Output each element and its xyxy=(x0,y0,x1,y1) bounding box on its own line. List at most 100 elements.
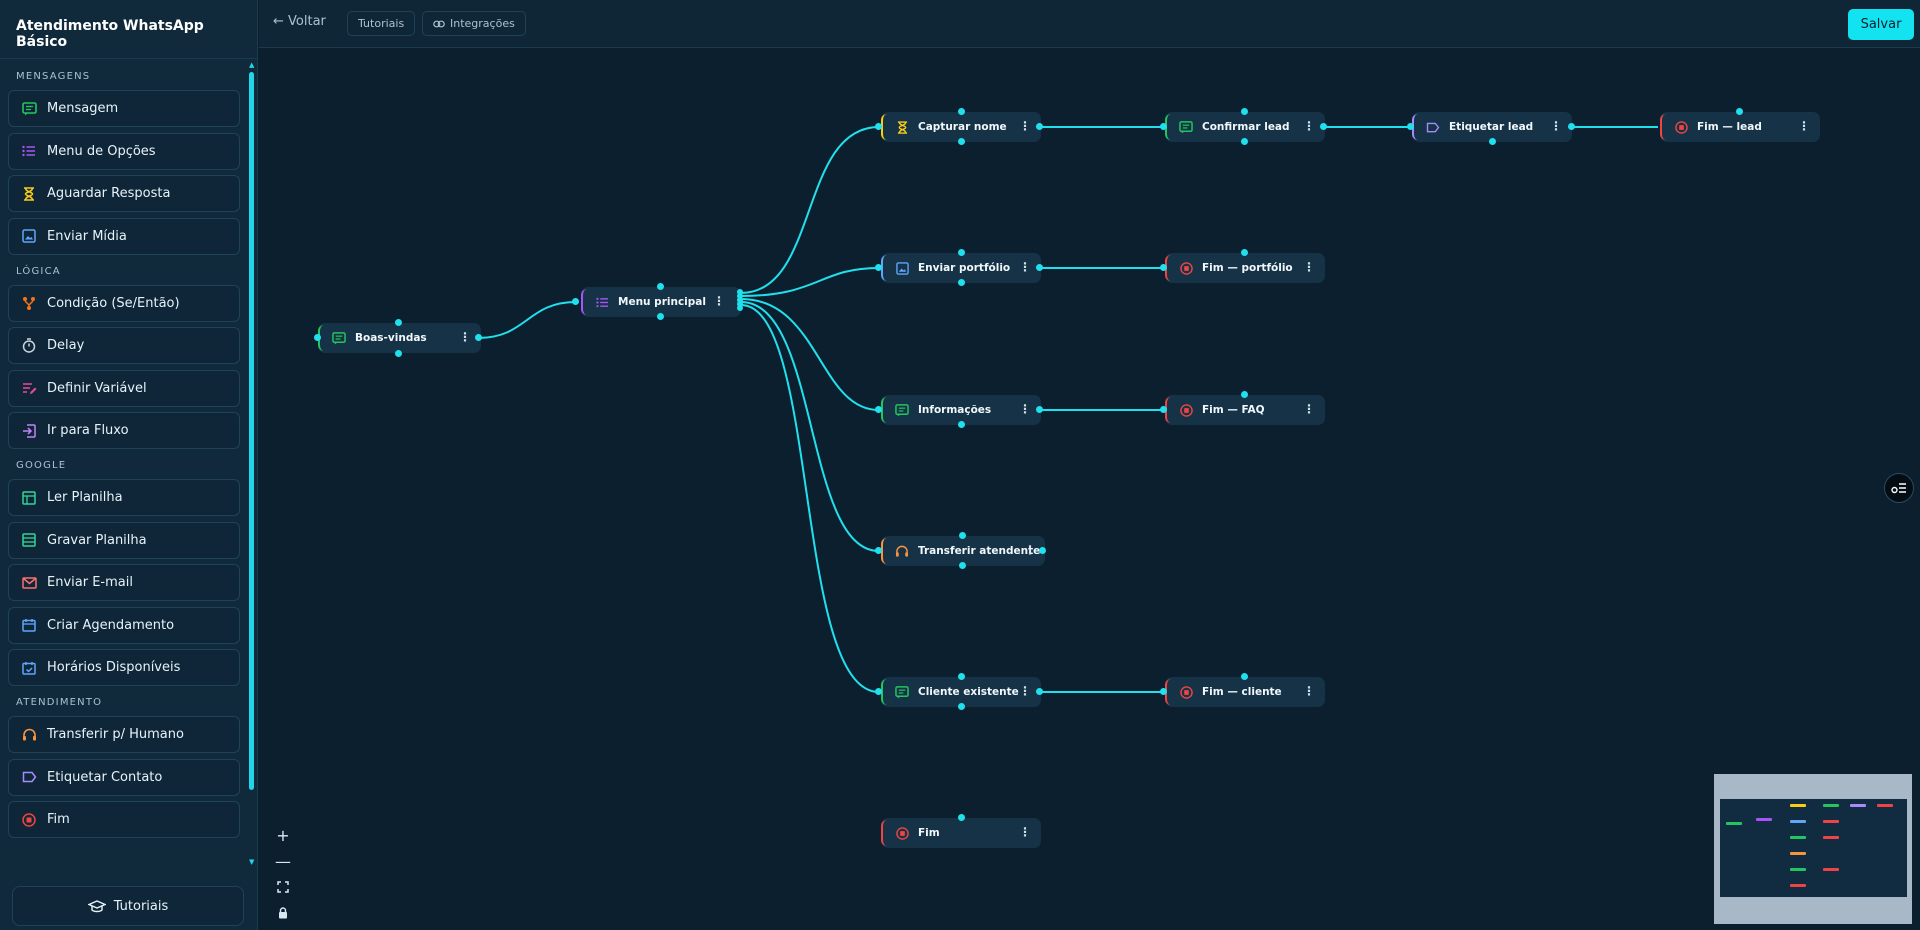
node-boas-vindas[interactable]: Boas-vindas ⋮ xyxy=(318,323,481,353)
palette-item-etiquetar-contato[interactable]: Etiquetar Contato xyxy=(8,758,240,796)
scroll-down-icon[interactable]: ▼ xyxy=(249,858,254,866)
node-port[interactable] xyxy=(1241,673,1248,680)
palette-item-enviar-email[interactable]: Enviar E-mail xyxy=(8,564,240,601)
node-port[interactable] xyxy=(875,264,882,271)
node-fim[interactable]: Fim ⋮ xyxy=(881,818,1041,848)
node-label: Boas-vindas xyxy=(355,332,427,344)
sidebar-scrollbar[interactable]: ▲ ▼ xyxy=(249,61,255,868)
node-menu-icon[interactable]: ⋮ xyxy=(1303,119,1315,133)
node-menu-icon[interactable]: ⋮ xyxy=(1303,260,1315,274)
palette-item-transferir-humano[interactable]: Transferir p/ Humano xyxy=(8,716,240,753)
node-menu-icon[interactable]: ⋮ xyxy=(1019,260,1031,274)
integrations-button[interactable]: Integrações xyxy=(422,11,526,36)
node-menu-icon[interactable]: ⋮ xyxy=(1303,402,1315,416)
node-port[interactable] xyxy=(1036,688,1043,695)
node-port[interactable] xyxy=(958,421,965,428)
node-port[interactable] xyxy=(395,319,402,326)
node-port[interactable] xyxy=(1241,391,1248,398)
tutorials-button[interactable]: Tutoriais xyxy=(347,11,416,36)
palette-item-aguardar-resposta[interactable]: Aguardar Resposta xyxy=(8,175,240,212)
node-port[interactable] xyxy=(1489,138,1496,145)
section-label-atendimento: ATENDIMENTO xyxy=(16,697,103,708)
node-port[interactable] xyxy=(657,313,664,320)
node-fim-lead[interactable]: Fim — lead ⋮ xyxy=(1660,112,1820,142)
node-fim-faq[interactable]: Fim — FAQ ⋮ xyxy=(1165,395,1325,425)
node-port[interactable] xyxy=(958,108,965,115)
node-port[interactable] xyxy=(875,547,882,554)
node-port[interactable] xyxy=(314,334,321,341)
save-button[interactable]: Salvar xyxy=(1848,9,1914,40)
settings-toggle-button[interactable] xyxy=(1884,473,1914,503)
flow-canvas[interactable]: Boas-vindas ⋮ Menu principal ⋮ Capturar … xyxy=(259,49,1920,930)
node-port[interactable] xyxy=(1036,123,1043,130)
node-menu-icon[interactable]: ⋮ xyxy=(1019,825,1031,839)
node-port[interactable] xyxy=(958,673,965,680)
node-port[interactable] xyxy=(1160,264,1167,271)
node-port[interactable] xyxy=(475,334,482,341)
palette-item-criar-agendamento[interactable]: Criar Agendamento xyxy=(8,606,240,644)
node-port[interactable] xyxy=(1320,123,1327,130)
node-port[interactable] xyxy=(572,298,579,305)
node-port[interactable] xyxy=(1736,108,1743,115)
node-port[interactable] xyxy=(875,406,882,413)
node-menu-icon[interactable]: ⋮ xyxy=(1024,543,1036,557)
node-menu-icon[interactable]: ⋮ xyxy=(1019,684,1031,698)
node-menu-icon[interactable]: ⋮ xyxy=(1303,684,1315,698)
node-port[interactable] xyxy=(1036,406,1043,413)
node-port[interactable] xyxy=(875,123,882,130)
node-menu-icon[interactable]: ⋮ xyxy=(1019,119,1031,133)
palette-item-gravar-planilha[interactable]: Gravar Planilha xyxy=(8,521,240,559)
palette-item-horarios-disponiveis[interactable]: Horários Disponíveis xyxy=(8,649,240,686)
node-port[interactable] xyxy=(1241,249,1248,256)
sidebar-tutorials-button[interactable]: Tutoriais xyxy=(12,886,244,926)
node-port[interactable] xyxy=(657,283,664,290)
node-menu-icon[interactable]: ⋮ xyxy=(1019,402,1031,416)
palette-item-menu-de-opcoes[interactable]: Menu de Opções xyxy=(8,132,240,170)
goto-flow-icon xyxy=(21,423,37,439)
node-port[interactable] xyxy=(1241,138,1248,145)
palette-item-enviar-midia[interactable]: Enviar Mídia xyxy=(8,217,240,255)
palette-item-ler-planilha[interactable]: Ler Planilha xyxy=(8,479,240,516)
node-port[interactable] xyxy=(959,562,966,569)
scroll-up-icon[interactable]: ▲ xyxy=(249,61,254,69)
node-menu-icon[interactable]: ⋮ xyxy=(713,294,725,308)
palette-item-label: Criar Agendamento xyxy=(47,617,175,633)
node-port[interactable] xyxy=(958,249,965,256)
node-menu-icon[interactable]: ⋮ xyxy=(1798,119,1810,133)
node-port[interactable] xyxy=(1241,108,1248,115)
node-label: Transferir atendente xyxy=(918,545,1041,557)
palette-item-definir-variavel[interactable]: Definir Variável xyxy=(8,369,240,407)
node-port[interactable] xyxy=(958,279,965,286)
link-icon xyxy=(433,20,445,27)
palette-item-delay[interactable]: Delay xyxy=(8,327,240,364)
node-port[interactable] xyxy=(958,814,965,821)
fit-view-icon[interactable] xyxy=(272,874,294,900)
zoom-out-icon[interactable]: — xyxy=(272,848,294,874)
node-port[interactable] xyxy=(1036,264,1043,271)
node-port[interactable] xyxy=(959,532,966,539)
minimap[interactable] xyxy=(1714,774,1912,924)
node-fim-cliente[interactable]: Fim — cliente ⋮ xyxy=(1165,677,1325,707)
node-port[interactable] xyxy=(875,688,882,695)
palette-item-condicao[interactable]: Condição (Se/Então) xyxy=(8,284,240,322)
palette-item-mensagem[interactable]: Mensagem xyxy=(8,90,240,127)
zoom-in-icon[interactable]: + xyxy=(272,822,294,848)
node-menu-icon[interactable]: ⋮ xyxy=(1550,119,1562,133)
node-port[interactable] xyxy=(1568,123,1575,130)
node-menu-icon[interactable]: ⋮ xyxy=(459,330,471,344)
node-port[interactable] xyxy=(395,350,402,357)
node-port[interactable] xyxy=(958,703,965,710)
node-port[interactable] xyxy=(737,305,743,311)
scrollbar-thumb[interactable] xyxy=(249,72,254,790)
node-port[interactable] xyxy=(1160,123,1167,130)
lock-icon[interactable] xyxy=(272,900,294,926)
node-port[interactable] xyxy=(1160,406,1167,413)
palette-item-ir-para-fluxo[interactable]: Ir para Fluxo xyxy=(8,412,240,449)
node-port[interactable] xyxy=(1407,123,1414,130)
palette-item-fim[interactable]: Fim xyxy=(8,801,240,838)
node-port[interactable] xyxy=(958,138,965,145)
node-port[interactable] xyxy=(1160,688,1167,695)
back-button[interactable]: ← Voltar xyxy=(273,14,326,29)
node-fim-portfolio[interactable]: Fim — portfólio ⋮ xyxy=(1165,253,1325,283)
node-port[interactable] xyxy=(1039,547,1046,554)
